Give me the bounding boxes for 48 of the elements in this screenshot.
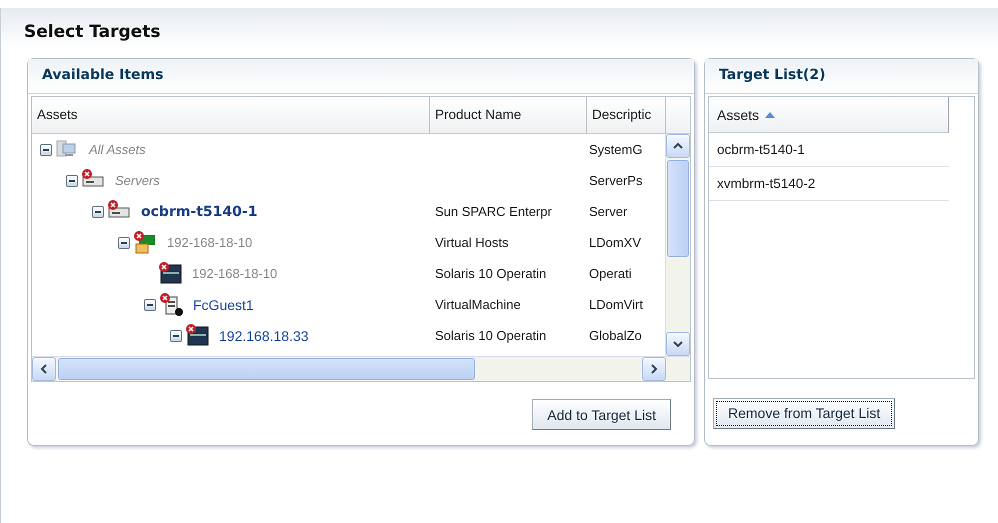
collapse-icon[interactable] [144,298,156,310]
table-cell: Server [589,204,628,219]
table-cell: LDomXV [589,235,642,250]
table-cell: VirtualMachine [435,297,521,312]
collapse-icon[interactable] [92,206,104,218]
chevron-left-icon [40,364,48,374]
chevron-right-icon [650,364,658,374]
collapse-icon[interactable] [118,236,130,248]
table-cell: Solaris 10 Operatin [435,266,546,281]
panel-title: Available Items [28,59,694,94]
asset-name[interactable]: 192.168.18.33 [219,328,309,344]
table-cell: Sun SPARC Enterpr [435,204,552,219]
page-title: Select Targets [23,21,162,44]
table-cell: LDomVirt [589,297,643,312]
table-cell: GlobalZo [589,328,642,343]
horizontal-scrollbar[interactable] [32,356,690,381]
scroll-up-button[interactable] [666,134,690,158]
column-header[interactable]: Product Name [430,97,587,133]
asset-name: 192-168-18-10 [167,235,252,250]
table-cell: Operati [589,266,632,281]
asset-name[interactable]: FcGuest1 [193,296,254,312]
scroll-thumb[interactable] [58,358,475,380]
scroll-left-button[interactable] [32,357,56,381]
asset-name: Servers [115,173,160,188]
table-cell: Virtual Hosts [435,235,508,250]
table-cell[interactable]: ocbrm-t5140-1 [709,133,949,167]
table-cell: Solaris 10 Operatin [435,328,546,343]
table-cell[interactable]: xvmbrm-t5140-2 [709,167,949,201]
collapse-icon[interactable] [66,174,78,186]
column-header[interactable]: Assets [32,97,430,133]
table-cell: SystemG [589,142,642,157]
column-header[interactable]: Descriptic [587,97,666,133]
scroll-down-button[interactable] [666,332,690,356]
collapse-icon[interactable] [40,144,52,156]
vertical-scrollbar[interactable] [665,134,690,356]
add-to-target-list-button[interactable]: Add to Target List [532,399,671,430]
scroll-thumb[interactable] [667,160,689,257]
asset-name: 192-168-18-10 [192,266,278,281]
table-cell: ServerPs [589,173,642,188]
chevron-down-icon [673,340,683,348]
collapse-icon[interactable] [170,330,182,342]
column-header[interactable]: Assets [709,97,949,133]
panel-title: Target List(2) [705,59,978,94]
remove-from-target-list-button[interactable]: Remove from Target List [713,398,896,428]
chevron-up-icon [673,142,683,150]
asset-name[interactable]: ocbrm-t5140-1 [141,204,258,220]
asset-name: All Assets [89,142,146,157]
scroll-right-button[interactable] [642,357,666,381]
